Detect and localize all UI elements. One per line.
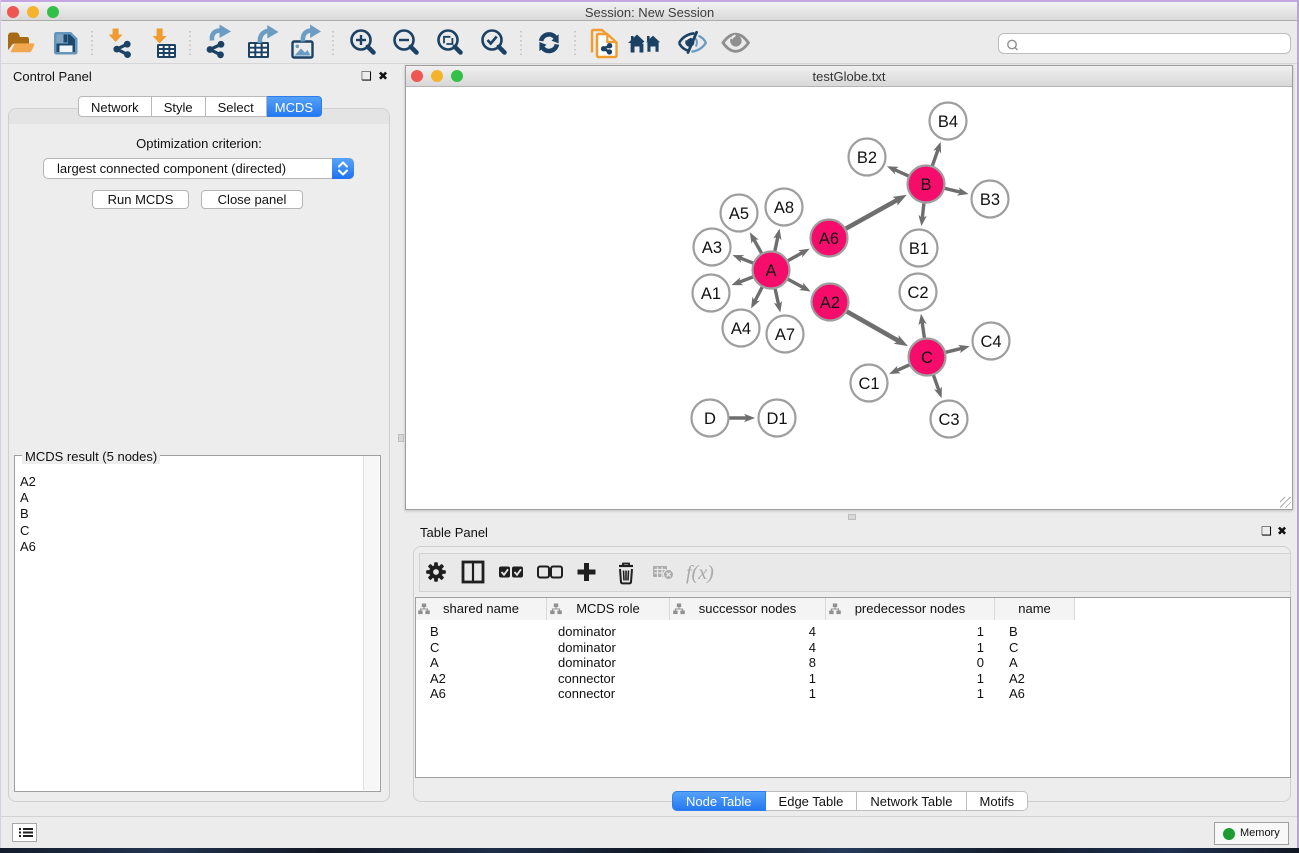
svg-text:B2: B2: [857, 149, 877, 167]
svg-text:A4: A4: [731, 320, 751, 338]
svg-text:A: A: [765, 262, 776, 280]
svg-text:B4: B4: [938, 113, 958, 131]
svg-text:A5: A5: [729, 205, 749, 223]
svg-text:B: B: [920, 176, 931, 194]
svg-text:A3: A3: [702, 239, 722, 257]
svg-text:C: C: [921, 349, 933, 367]
svg-text:C4: C4: [980, 333, 1001, 351]
svg-text:f(x): f(x): [686, 562, 714, 584]
svg-text:C2: C2: [907, 284, 928, 302]
svg-text:A8: A8: [774, 199, 794, 217]
svg-text:D1: D1: [766, 410, 787, 428]
svg-text:C1: C1: [858, 375, 879, 393]
svg-text:A1: A1: [701, 285, 721, 303]
svg-text:A2: A2: [820, 294, 840, 312]
svg-text:A7: A7: [775, 326, 795, 344]
svg-text:D: D: [704, 410, 716, 428]
svg-text:B1: B1: [909, 240, 929, 258]
svg-text:B3: B3: [980, 191, 1000, 209]
svg-text:C3: C3: [938, 411, 959, 429]
svg-text:A6: A6: [819, 230, 839, 248]
